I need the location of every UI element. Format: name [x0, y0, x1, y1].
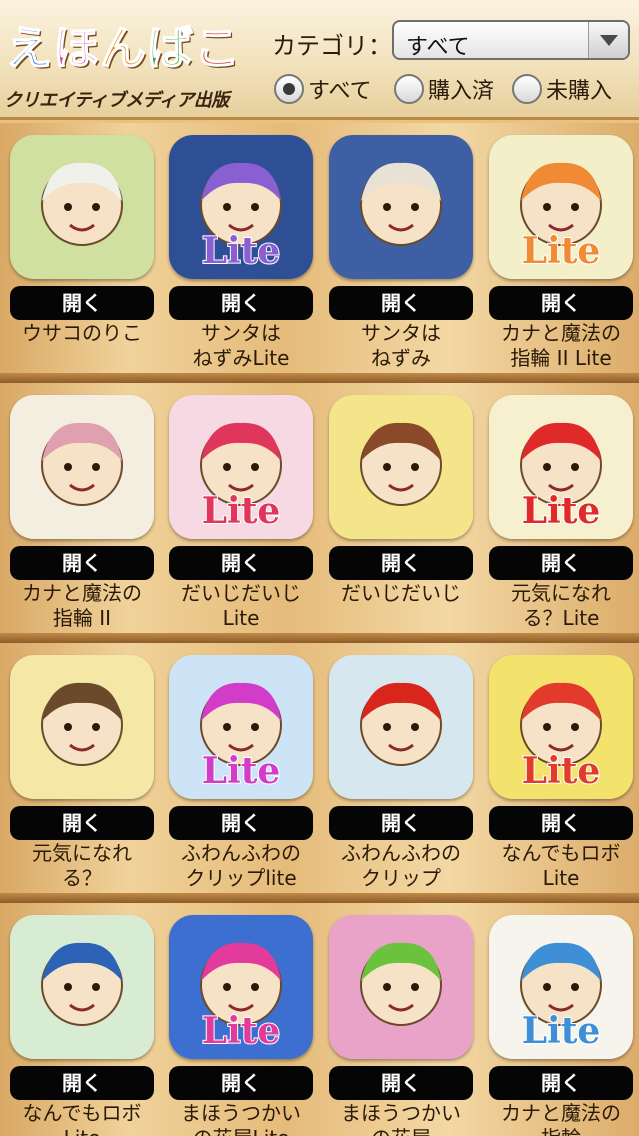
lite-badge: Lite — [202, 230, 281, 272]
open-book-button[interactable]: 開く — [489, 546, 633, 580]
bookshelf: 開く ウサコのりこ Lite 開く サンタは ねずみLite 開く サンタは ねずみ Lite… — [0, 123, 639, 1136]
lite-badge: Lite — [202, 750, 281, 792]
logo-char: ん — [99, 20, 147, 76]
book-title: 元気になれ る？ — [32, 841, 132, 890]
genki-cover-icon[interactable] — [10, 655, 154, 799]
santa-mouse-cover-icon[interactable] — [329, 135, 473, 279]
filter-label: 未購入 — [546, 79, 613, 104]
book-item: 開く 元気になれ る？ — [8, 643, 156, 890]
book-item: Lite 開く だいじだいじ Lite — [167, 383, 315, 630]
santa-mouse-lite-cover-icon[interactable]: Lite — [169, 135, 313, 279]
open-book-button[interactable]: 開く — [10, 1066, 154, 1100]
open-book-button[interactable]: 開く — [169, 286, 313, 320]
dropdown-button[interactable] — [588, 22, 628, 58]
book-item: 開く カナと魔法の 指輪 II — [8, 383, 156, 630]
category-select-value: すべて — [406, 35, 470, 60]
open-book-button[interactable]: 開く — [10, 806, 154, 840]
open-book-button[interactable]: 開く — [329, 286, 473, 320]
open-book-button[interactable]: 開く — [489, 286, 633, 320]
open-book-button[interactable]: 開く — [169, 546, 313, 580]
fuwan-clip-cover-icon[interactable] — [329, 655, 473, 799]
open-book-button[interactable]: 開く — [489, 806, 633, 840]
kana-ring-cover-icon[interactable] — [10, 395, 154, 539]
radio-selected-icon — [274, 74, 304, 104]
book-item: 開く だいじだいじ — [327, 383, 475, 628]
open-book-button[interactable]: 開く — [489, 1066, 633, 1100]
book-title: カナと魔法の 指輪 — [501, 1101, 621, 1136]
daiji-cover-icon[interactable] — [329, 395, 473, 539]
open-book-button[interactable]: 開く — [169, 806, 313, 840]
purchase-filter: すべて 購入済 未購入 — [274, 72, 634, 106]
book-item: 開く ふわんふわの クリップ — [327, 643, 475, 890]
book-title: ウサコのりこ — [22, 321, 142, 345]
lite-badge: Lite — [522, 490, 601, 532]
robo-lite-cover-icon[interactable]: Lite — [489, 655, 633, 799]
category-select[interactable]: すべて — [392, 20, 630, 60]
open-book-button[interactable]: 開く — [169, 1066, 313, 1100]
book-title: なんでもロボ Lite — [22, 1101, 142, 1136]
fuwan-clip-lite-cover-icon[interactable]: Lite — [169, 655, 313, 799]
book-item: 開くなんでもロボ Lite — [8, 903, 156, 1136]
book-item: Lite 開く カナと魔法の 指輪 II Lite — [487, 123, 635, 370]
radio-unselected-icon — [512, 74, 542, 104]
open-book-button[interactable]: 開く — [329, 806, 473, 840]
book-item: 開く ウサコのりこ — [8, 123, 156, 368]
book-item: Lite 開く なんでもロボ Lite — [487, 643, 635, 890]
book-item: Lite 開くカナと魔法の 指輪 — [487, 903, 635, 1136]
book-title: カナと魔法の 指輪 II — [22, 581, 142, 630]
lite-badge: Lite — [202, 490, 281, 532]
open-book-button[interactable]: 開く — [329, 546, 473, 580]
open-book-button[interactable]: 開く — [329, 1066, 473, 1100]
open-book-button[interactable]: 開く — [10, 286, 154, 320]
book-title: だいじだいじ — [341, 581, 461, 605]
kana-ring-1-lite-cover-icon[interactable]: Lite — [489, 915, 633, 1059]
book-item: Lite 開く サンタは ねずみLite — [167, 123, 315, 370]
book-item: Lite 開く ふわんふわの クリップlite — [167, 643, 315, 890]
book-item: 開く サンタは ねずみ — [327, 123, 475, 370]
lite-badge: Lite — [522, 1010, 601, 1052]
book-title: まほうつかい の花屋 — [341, 1101, 461, 1136]
header: えほんばこ クリエイティブメディア出版 カテゴリ： すべて すべて 購入済 未購… — [0, 0, 639, 120]
radio-unselected-icon — [394, 74, 424, 104]
open-book-button[interactable]: 開く — [10, 546, 154, 580]
filter-unpurchased-radio[interactable]: 未購入 — [512, 72, 612, 106]
lite-badge: Lite — [522, 230, 601, 272]
book-title: 元気になれ る？Lite — [511, 581, 611, 630]
kana-ring-lite-cover-icon[interactable]: Lite — [489, 135, 633, 279]
logo-char: ば — [146, 20, 194, 76]
book-title: なんでもロボ Lite — [501, 841, 621, 890]
book-title: だいじだいじ Lite — [181, 581, 301, 630]
logo-char: ほ — [52, 20, 100, 76]
book-title: ふわんふわの クリップ — [341, 841, 461, 890]
robo-cover-icon[interactable] — [10, 915, 154, 1059]
filter-label: 購入済 — [428, 79, 495, 104]
daiji-lite-cover-icon[interactable]: Lite — [169, 395, 313, 539]
logo-char: え — [5, 20, 53, 76]
ehonbako-logo: えほんばこ — [5, 18, 242, 78]
publisher-name: クリエイティブメディア出版 — [4, 90, 229, 111]
lite-badge: Lite — [522, 750, 601, 792]
filter-purchased-radio[interactable]: 購入済 — [394, 72, 494, 106]
logo-char: こ — [193, 20, 241, 76]
lite-badge: Lite — [202, 1010, 281, 1052]
book-item: Lite 開くまほうつかい の花屋Lite — [167, 903, 315, 1136]
book-title: まほうつかい の花屋Lite — [181, 1101, 301, 1136]
chevron-down-icon — [600, 35, 618, 46]
rabbit-bear-cover-icon[interactable] — [10, 135, 154, 279]
book-title: ふわんふわの クリップlite — [181, 841, 301, 890]
mahou-flower-cover-icon[interactable] — [329, 915, 473, 1059]
book-title: サンタは ねずみLite — [192, 321, 290, 370]
book-item: Lite 開く 元気になれ る？Lite — [487, 383, 635, 630]
book-item: 開くまほうつかい の花屋 — [327, 903, 475, 1136]
genki-lite-cover-icon[interactable]: Lite — [489, 395, 633, 539]
book-title: サンタは ねずみ — [361, 321, 441, 370]
book-title: カナと魔法の 指輪 II Lite — [501, 321, 621, 370]
category-label: カテゴリ： — [272, 32, 392, 60]
mahou-flower-lite-cover-icon[interactable]: Lite — [169, 915, 313, 1059]
filter-label: すべて — [308, 79, 372, 104]
filter-all-radio[interactable]: すべて — [274, 72, 372, 106]
